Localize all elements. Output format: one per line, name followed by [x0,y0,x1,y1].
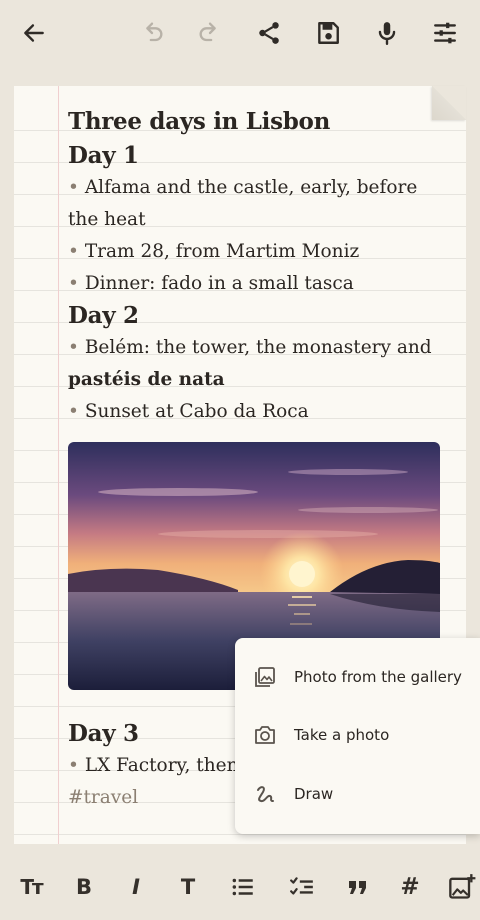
scribble-icon [253,782,277,806]
checklist-icon[interactable] [284,862,320,912]
bullet-point: • [68,241,79,262]
list-item-text: Belém: the tower, the monastery and [84,337,432,358]
list-item[interactable]: • Belém: the tower, the monastery and pa… [68,332,448,396]
format-toolbar: Tт B I T # [0,862,480,912]
quote-icon[interactable] [340,862,376,912]
save-icon[interactable] [308,13,348,53]
menu-item-draw[interactable]: Draw [235,765,480,823]
add-image-icon[interactable] [444,862,480,912]
list-item[interactable]: • Tram 28, from Martim Moniz [68,236,448,268]
list-item-text: LX Factory, then [84,755,239,776]
settings-sliders-icon[interactable] [425,13,465,53]
back-arrow-icon[interactable] [14,13,54,53]
text-size-label: Tт [20,875,43,899]
menu-item-label: Photo from the gallery [294,668,462,686]
day-1-heading[interactable]: Day 1 [68,140,448,172]
gallery-icon [253,665,277,689]
bullet-point: • [68,401,79,422]
hashtag-label: # [400,874,420,900]
redo-icon[interactable] [190,13,230,53]
insert-menu: Photo from the gallery Take a photo Draw [235,638,480,834]
list-item-text: Dinner: fado in a small tasca [84,273,354,294]
bullet-point: • [68,337,79,358]
bullet-point: • [68,273,79,294]
plain-text-label: T [180,875,196,899]
list-item[interactable]: • Sunset at Cabo da Roca [68,396,448,428]
camera-icon [253,723,277,747]
bullet-point: • [68,177,79,198]
microphone-icon[interactable] [367,13,407,53]
bold-label: B [75,875,92,899]
list-item-text: Tram 28, from Martim Moniz [84,241,360,262]
menu-item-take-photo[interactable]: Take a photo [235,706,480,764]
list-item[interactable]: • Dinner: fado in a small tasca [68,268,448,300]
italic-icon[interactable]: I [118,862,154,912]
hashtag-icon[interactable]: # [392,862,428,912]
bold-icon[interactable]: B [66,862,102,912]
list-item-text: Alfama and the castle, early, before the… [68,177,418,230]
undo-icon[interactable] [132,13,172,53]
note-title[interactable]: Three days in Lisbon [68,104,448,140]
italic-label: I [132,875,140,899]
menu-item-label: Draw [294,785,334,803]
list-item[interactable]: • Alfama and the castle, early, before t… [68,172,448,236]
bullet-list-icon[interactable] [225,862,261,912]
top-toolbar [0,0,480,66]
paper-margin-line [58,86,59,844]
day-2-heading[interactable]: Day 2 [68,300,448,332]
plain-text-icon[interactable]: T [170,862,206,912]
bullet-point: • [68,755,79,776]
list-item-text: Sunset at Cabo da Roca [84,401,309,422]
menu-item-label: Take a photo [294,726,390,744]
bold-text: pastéis de nata [68,369,225,390]
menu-item-photo-gallery[interactable]: Photo from the gallery [235,648,480,706]
text-size-icon[interactable]: Tт [13,862,49,912]
share-icon[interactable] [249,13,289,53]
